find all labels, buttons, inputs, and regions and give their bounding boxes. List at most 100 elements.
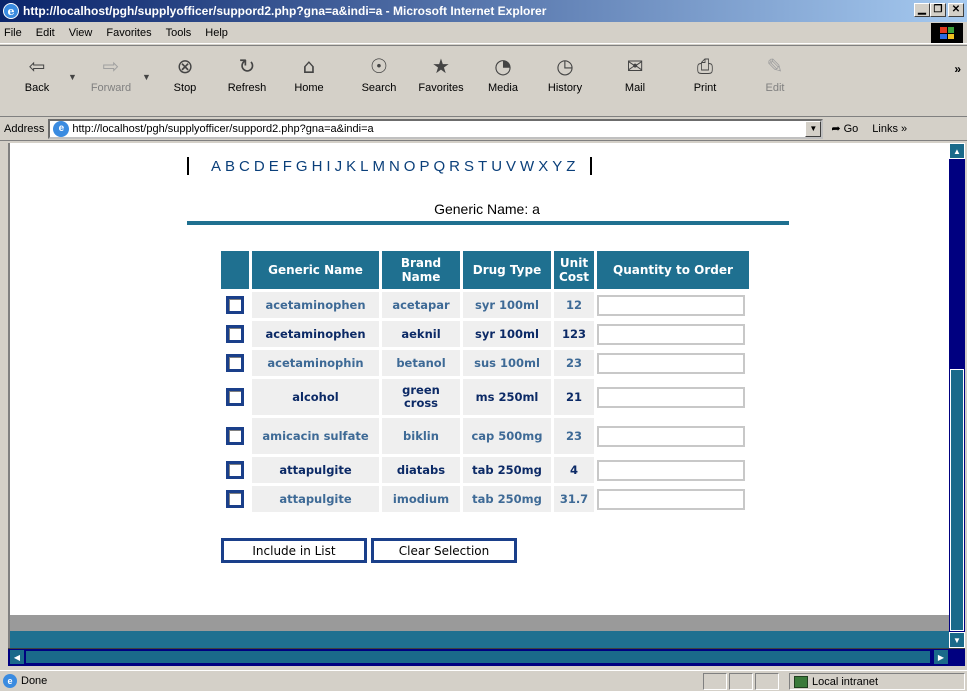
letter-link-m[interactable]: M: [372, 158, 386, 175]
header-quantity: Quantity to Order: [597, 251, 749, 289]
quantity-cell: [597, 379, 749, 415]
search-button[interactable]: ☉ Search: [348, 52, 410, 94]
letter-link-v[interactable]: V: [506, 158, 517, 175]
row-checkbox[interactable]: [226, 325, 244, 343]
row-checkbox[interactable]: [226, 296, 244, 314]
letter-link-w[interactable]: W: [520, 158, 535, 175]
menu-help[interactable]: Help: [205, 27, 228, 39]
print-icon: ⎙: [697, 54, 713, 78]
letter-link-g[interactable]: G: [296, 158, 309, 175]
links-button[interactable]: Links »: [872, 123, 907, 135]
action-buttons: Include in List Clear Selection: [221, 538, 517, 563]
drug-type-cell: syr 100ml: [463, 292, 551, 318]
letter-link-l[interactable]: L: [360, 158, 369, 175]
address-input[interactable]: e http://localhost/pgh/supplyofficer/sup…: [48, 118, 824, 139]
letter-link-y[interactable]: Y: [552, 158, 563, 175]
letter-link-r[interactable]: R: [449, 158, 461, 175]
quantity-cell: [597, 418, 749, 454]
letter-link-i[interactable]: I: [326, 158, 331, 175]
row-checkbox[interactable]: [226, 354, 244, 372]
footer-blue-band: [10, 631, 949, 648]
letter-link-t[interactable]: T: [478, 158, 488, 175]
letter-link-o[interactable]: O: [404, 158, 417, 175]
generic-name-cell: attapulgite: [252, 486, 379, 512]
brand-name-cell: imodium: [382, 486, 460, 512]
letter-link-h[interactable]: H: [312, 158, 324, 175]
letter-link-c[interactable]: C: [239, 158, 251, 175]
menu-tools[interactable]: Tools: [166, 27, 192, 39]
table-row: attapulgite diatabs tab 250mg 4: [221, 457, 749, 483]
forward-button[interactable]: ⇨ Forward: [80, 52, 142, 94]
menu-view[interactable]: View: [69, 27, 93, 39]
drug-type-cell: cap 500mg: [463, 418, 551, 454]
unit-cost-cell: 23: [554, 350, 594, 376]
scroll-up-icon[interactable]: ▲: [949, 143, 965, 159]
quantity-input[interactable]: [597, 425, 745, 447]
unit-cost-cell: 23: [554, 418, 594, 454]
mail-button[interactable]: ✉ Mail: [604, 52, 666, 94]
quantity-input[interactable]: [597, 352, 745, 374]
row-checkbox[interactable]: [226, 490, 244, 508]
quantity-input[interactable]: [597, 323, 745, 345]
letter-link-a[interactable]: A: [211, 158, 222, 175]
letter-link-j[interactable]: J: [335, 158, 344, 175]
letter-link-f[interactable]: F: [283, 158, 293, 175]
scroll-thumb[interactable]: [950, 369, 964, 631]
include-in-list-button[interactable]: Include in List: [221, 538, 367, 563]
letter-link-s[interactable]: S: [464, 158, 475, 175]
letter-link-d[interactable]: D: [254, 158, 266, 175]
row-checkbox[interactable]: [226, 461, 244, 479]
letter-link-x[interactable]: X: [538, 158, 549, 175]
toolbar-chevron-icon[interactable]: »: [954, 62, 961, 76]
back-dropdown-icon[interactable]: ▼: [68, 72, 80, 82]
letter-link-k[interactable]: K: [346, 158, 357, 175]
close-button[interactable]: ✕: [948, 3, 964, 17]
home-button[interactable]: ⌂ Home: [278, 52, 340, 94]
horizontal-scroll-thumb[interactable]: [26, 651, 930, 663]
drug-table: Generic Name Brand Name Drug Type Unit C…: [218, 248, 752, 515]
row-checkbox[interactable]: [226, 388, 244, 406]
row-checkbox[interactable]: [226, 427, 244, 445]
letter-link-p[interactable]: P: [419, 158, 430, 175]
print-button[interactable]: ⎙ Print: [674, 52, 736, 94]
letter-link-n[interactable]: N: [389, 158, 401, 175]
quantity-input[interactable]: [597, 488, 745, 510]
footer-gray-band: [10, 615, 949, 631]
quantity-input[interactable]: [597, 459, 745, 481]
vertical-scrollbar[interactable]: ▲ ▼: [949, 143, 965, 648]
heading-rule: [187, 221, 789, 225]
unit-cost-cell: 4: [554, 457, 594, 483]
letter-link-z[interactable]: Z: [566, 158, 576, 175]
forward-dropdown-icon[interactable]: ▼: [142, 72, 154, 82]
stop-button[interactable]: ⊗ Stop: [154, 52, 216, 94]
letter-link-b[interactable]: B: [225, 158, 236, 175]
scroll-down-icon[interactable]: ▼: [949, 632, 965, 648]
history-button[interactable]: ◷ History: [534, 52, 596, 94]
letter-link-u[interactable]: U: [491, 158, 503, 175]
letter-link-q[interactable]: Q: [433, 158, 446, 175]
letter-link-e[interactable]: E: [269, 158, 280, 175]
menu-file[interactable]: File: [4, 27, 22, 39]
go-button[interactable]: ➦ Go: [831, 122, 858, 136]
address-dropdown-icon[interactable]: ▼: [805, 120, 822, 137]
horizontal-scrollbar[interactable]: ◀ ▶: [8, 648, 965, 666]
scroll-left-icon[interactable]: ◀: [10, 650, 24, 664]
unit-cost-cell: 12: [554, 292, 594, 318]
quantity-input[interactable]: [597, 294, 745, 316]
edit-button[interactable]: ✎ Edit: [744, 52, 806, 94]
minimize-button[interactable]: ▁: [914, 3, 930, 17]
scroll-right-icon[interactable]: ▶: [934, 650, 948, 664]
clear-selection-button[interactable]: Clear Selection: [371, 538, 517, 563]
maximize-button[interactable]: ❐: [930, 3, 946, 17]
generic-name-cell: attapulgite: [252, 457, 379, 483]
refresh-button[interactable]: ↻ Refresh: [216, 52, 278, 94]
menu-favorites[interactable]: Favorites: [106, 27, 151, 39]
back-button[interactable]: ⇦ Back: [6, 52, 68, 94]
status-panel: [729, 673, 753, 690]
media-button[interactable]: ◔ Media: [472, 52, 534, 94]
table-row: acetaminophin betanol sus 100ml 23: [221, 350, 749, 376]
status-panel: [755, 673, 779, 690]
quantity-input[interactable]: [597, 386, 745, 408]
favorites-button[interactable]: ★ Favorites: [410, 52, 472, 94]
menu-edit[interactable]: Edit: [36, 27, 55, 39]
